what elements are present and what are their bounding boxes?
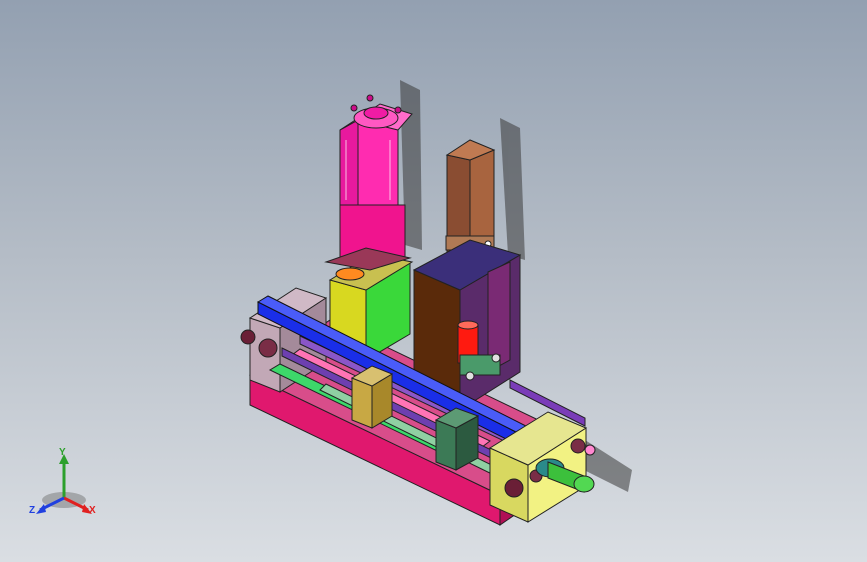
- slide-carriage-right[interactable]: [434, 407, 480, 471]
- pneumatic-cylinder[interactable]: [339, 94, 413, 263]
- y-axis-label: Y: [59, 447, 66, 458]
- z-axis-label: Z: [29, 505, 36, 516]
- z-axis-arrowhead: [36, 504, 46, 514]
- slide-carriage-left[interactable]: [350, 365, 394, 429]
- x-axis-label: X: [89, 505, 96, 516]
- graphics-viewport[interactable]: Y X Z: [0, 0, 867, 562]
- coordinate-triad: Y X Z: [22, 446, 106, 526]
- cad-model-assembly[interactable]: [0, 0, 867, 562]
